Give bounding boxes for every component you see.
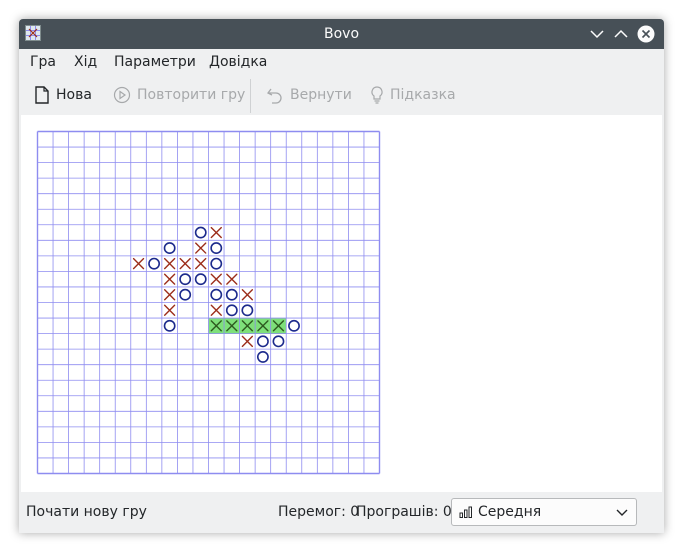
chevron-up-icon bbox=[614, 29, 628, 38]
o-mark bbox=[163, 319, 176, 332]
x-mark bbox=[241, 289, 254, 301]
status-bar: Почати нову гру Перемог: 0 Програшів: 0 … bbox=[19, 493, 664, 533]
maximize-button[interactable] bbox=[611, 24, 631, 44]
x-mark bbox=[132, 257, 145, 270]
o-mark bbox=[210, 288, 223, 301]
o-mark bbox=[210, 242, 223, 255]
x-mark bbox=[195, 242, 207, 254]
menu-help[interactable]: Довідка bbox=[209, 49, 267, 75]
x-mark bbox=[163, 257, 176, 270]
difficulty-select[interactable]: Середня bbox=[451, 498, 637, 526]
o-mark bbox=[256, 350, 269, 363]
o-mark bbox=[210, 257, 223, 270]
game-area bbox=[21, 115, 662, 492]
o-mark bbox=[288, 319, 300, 332]
status-message: Почати нову гру bbox=[26, 504, 147, 520]
toolbar-separator bbox=[250, 79, 251, 113]
app-window: Bovo Гра Хід Параметри Довідка Нова Повт… bbox=[19, 19, 664, 533]
replay-label: Повторити гру bbox=[137, 87, 246, 103]
o-mark bbox=[256, 335, 269, 348]
o-mark bbox=[241, 304, 254, 317]
window-title: Bovo bbox=[323, 26, 360, 42]
minimize-button[interactable] bbox=[587, 24, 607, 44]
menu-settings[interactable]: Параметри bbox=[114, 49, 196, 75]
lightbulb-icon bbox=[371, 86, 383, 104]
x-mark bbox=[226, 273, 238, 285]
o-mark bbox=[194, 273, 207, 286]
chevron-down-icon bbox=[590, 30, 604, 39]
losses-count: Програшів: 0 bbox=[356, 504, 452, 520]
x-mark bbox=[163, 273, 176, 285]
toolbar: Нова Повторити гру Вернути Підказка bbox=[19, 76, 664, 114]
o-mark bbox=[148, 257, 161, 270]
chevron-down-icon bbox=[616, 509, 628, 516]
undo-button[interactable]: Вернути bbox=[266, 82, 352, 108]
undo-label: Вернути bbox=[290, 87, 352, 103]
x-mark bbox=[210, 226, 222, 239]
new-document-icon bbox=[35, 86, 49, 104]
close-button[interactable] bbox=[636, 24, 656, 44]
o-mark bbox=[179, 288, 192, 301]
o-mark bbox=[194, 226, 207, 239]
o-mark bbox=[225, 304, 238, 317]
new-game-button[interactable]: Нова bbox=[34, 82, 92, 108]
close-icon bbox=[637, 25, 655, 43]
menu-bar: Гра Хід Параметри Довідка bbox=[19, 49, 664, 75]
menu-move[interactable]: Хід bbox=[74, 49, 97, 75]
new-game-label: Нова bbox=[56, 87, 92, 103]
x-mark bbox=[179, 257, 191, 270]
o-mark bbox=[163, 242, 176, 255]
hint-label: Підказка bbox=[390, 87, 456, 103]
signal-bars-icon bbox=[459, 506, 472, 518]
wins-count: Перемог: 0 bbox=[278, 504, 360, 520]
menu-game[interactable]: Гра bbox=[30, 49, 56, 75]
x-mark bbox=[241, 335, 254, 348]
o-mark bbox=[179, 273, 192, 286]
game-board[interactable] bbox=[36, 130, 381, 475]
x-mark bbox=[163, 289, 176, 301]
title-bar[interactable]: Bovo bbox=[19, 19, 664, 49]
difficulty-value: Середня bbox=[478, 504, 542, 520]
x-mark bbox=[210, 304, 222, 316]
x-mark bbox=[210, 273, 222, 285]
hint-button[interactable]: Підказка bbox=[370, 82, 456, 108]
x-mark bbox=[195, 257, 207, 270]
x-mark bbox=[163, 304, 176, 316]
o-mark bbox=[272, 335, 285, 348]
play-icon bbox=[113, 86, 131, 104]
o-mark bbox=[225, 288, 238, 301]
replay-button[interactable]: Повторити гру bbox=[113, 82, 245, 108]
undo-icon bbox=[267, 88, 282, 104]
